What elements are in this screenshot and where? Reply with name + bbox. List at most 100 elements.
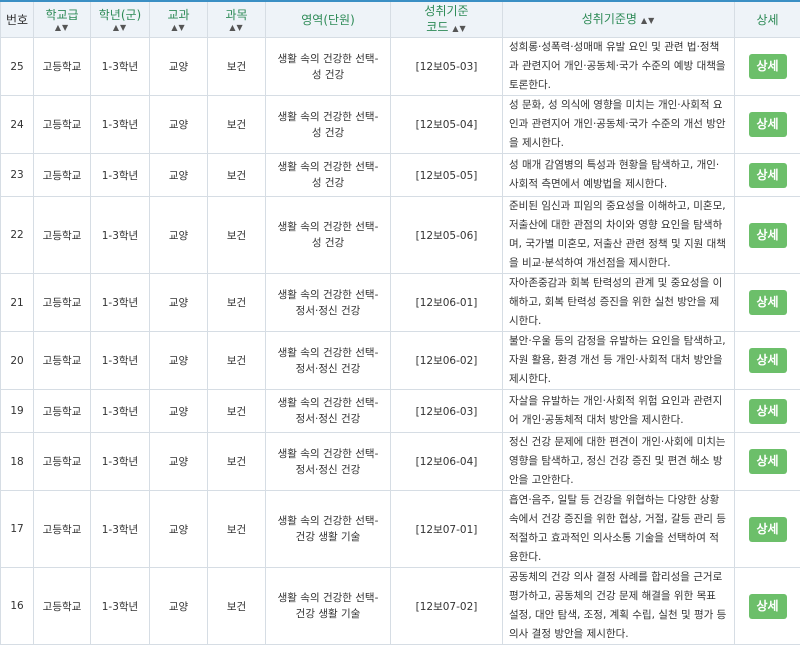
detail-button[interactable]: 상세	[749, 594, 787, 619]
row-detail-cell: 상세	[735, 568, 800, 645]
row-standard: 자살을 유발하는 개인·사회적 위험 요인과 관련지어 개인·공동체적 대처 방…	[503, 390, 735, 433]
row-subject-group: 교양	[150, 491, 208, 568]
row-subject: 보건	[208, 568, 266, 645]
table-row: 23 고등학교 1-3학년 교양 보건 생활 속의 건강한 선택-성 건강 [1…	[1, 154, 800, 197]
row-grade: 1-3학년	[91, 390, 150, 433]
col-subject-header[interactable]: 과목▲▼	[208, 1, 266, 38]
row-school-level: 고등학교	[34, 491, 91, 568]
row-subject-group: 교양	[150, 274, 208, 332]
row-subject: 보건	[208, 332, 266, 390]
row-number: 21	[1, 274, 34, 332]
row-code: [12보05-05]	[391, 154, 503, 197]
sort-arrows-icon[interactable]: ▲▼	[208, 23, 265, 32]
table-row: 16 고등학교 1-3학년 교양 보건 생활 속의 건강한 선택-건강 생활 기…	[1, 568, 800, 645]
detail-button[interactable]: 상세	[749, 112, 787, 137]
detail-button[interactable]: 상세	[749, 54, 787, 79]
col-school-level-label: 학교급	[45, 8, 78, 22]
col-subject-group-header[interactable]: 교과▲▼	[150, 1, 208, 38]
row-area: 생활 속의 건강한 선택-성 건강	[266, 96, 391, 154]
row-standard: 성 문화, 성 의식에 영향을 미치는 개인·사회적 요인과 관련지어 개인·공…	[503, 96, 735, 154]
detail-button[interactable]: 상세	[749, 517, 787, 542]
achievement-standards-table: 번호 학교급▲▼ 학년(군)▲▼ 교과▲▼ 과목▲▼ 영역(단원) 성취기준코드…	[0, 0, 800, 645]
row-number: 16	[1, 568, 34, 645]
row-code: [12보06-02]	[391, 332, 503, 390]
row-code: [12보06-04]	[391, 433, 503, 491]
row-area: 생활 속의 건강한 선택-정서·정신 건강	[266, 433, 391, 491]
row-standard: 정신 건강 문제에 대한 편견이 개인·사회에 미치는 영향을 탐색하고, 정신…	[503, 433, 735, 491]
row-area: 생활 속의 건강한 선택-성 건강	[266, 38, 391, 96]
row-subject: 보건	[208, 274, 266, 332]
row-school-level: 고등학교	[34, 38, 91, 96]
table-body: 25 고등학교 1-3학년 교양 보건 생활 속의 건강한 선택-성 건강 [1…	[1, 38, 800, 645]
row-grade: 1-3학년	[91, 96, 150, 154]
row-detail-cell: 상세	[735, 38, 800, 96]
row-school-level: 고등학교	[34, 197, 91, 274]
row-number: 18	[1, 433, 34, 491]
row-detail-cell: 상세	[735, 197, 800, 274]
sort-arrows-icon[interactable]: ▲▼	[150, 23, 207, 32]
row-area: 생활 속의 건강한 선택-정서·정신 건강	[266, 274, 391, 332]
row-subject: 보건	[208, 390, 266, 433]
table-row: 18 고등학교 1-3학년 교양 보건 생활 속의 건강한 선택-정서·정신 건…	[1, 433, 800, 491]
detail-button[interactable]: 상세	[749, 223, 787, 248]
detail-button[interactable]: 상세	[749, 163, 787, 188]
row-grade: 1-3학년	[91, 568, 150, 645]
row-number: 24	[1, 96, 34, 154]
sort-arrows-icon[interactable]: ▲▼	[452, 24, 466, 33]
col-subject-group-label: 교과	[167, 8, 189, 22]
table-row: 20 고등학교 1-3학년 교양 보건 생활 속의 건강한 선택-정서·정신 건…	[1, 332, 800, 390]
detail-button[interactable]: 상세	[749, 348, 787, 373]
col-number-label: 번호	[6, 13, 28, 27]
row-school-level: 고등학교	[34, 96, 91, 154]
row-subject-group: 교양	[150, 433, 208, 491]
row-area: 생활 속의 건강한 선택-정서·정신 건강	[266, 390, 391, 433]
col-grade-header[interactable]: 학년(군)▲▼	[91, 1, 150, 38]
sort-arrows-icon[interactable]: ▲▼	[34, 23, 90, 32]
row-subject-group: 교양	[150, 332, 208, 390]
table-header: 번호 학교급▲▼ 학년(군)▲▼ 교과▲▼ 과목▲▼ 영역(단원) 성취기준코드…	[1, 1, 800, 38]
row-standard: 성 매개 감염병의 특성과 현황을 탐색하고, 개인·사회적 측면에서 예방법을…	[503, 154, 735, 197]
row-detail-cell: 상세	[735, 274, 800, 332]
row-area: 생활 속의 건강한 선택-정서·정신 건강	[266, 332, 391, 390]
row-number: 19	[1, 390, 34, 433]
row-code: [12보05-04]	[391, 96, 503, 154]
row-number: 25	[1, 38, 34, 96]
row-subject: 보건	[208, 96, 266, 154]
col-school-level-header[interactable]: 학교급▲▼	[34, 1, 91, 38]
table-row: 19 고등학교 1-3학년 교양 보건 생활 속의 건강한 선택-정서·정신 건…	[1, 390, 800, 433]
row-area: 생활 속의 건강한 선택-건강 생활 기술	[266, 491, 391, 568]
col-code-label-line2: 코드	[426, 20, 448, 34]
row-standard: 준비된 임신과 피임의 중요성을 이해하고, 미혼모, 저출산에 대한 관점의 …	[503, 197, 735, 274]
row-school-level: 고등학교	[34, 433, 91, 491]
sort-arrows-icon[interactable]: ▲▼	[91, 23, 149, 32]
row-number: 23	[1, 154, 34, 197]
row-grade: 1-3학년	[91, 274, 150, 332]
row-standard: 불안·우울 등의 감정을 유발하는 요인을 탐색하고, 자원 활용, 환경 개선…	[503, 332, 735, 390]
row-number: 20	[1, 332, 34, 390]
sort-arrows-icon[interactable]: ▲▼	[641, 16, 655, 25]
row-number: 17	[1, 491, 34, 568]
col-grade-label: 학년(군)	[99, 8, 141, 22]
row-school-level: 고등학교	[34, 332, 91, 390]
row-detail-cell: 상세	[735, 491, 800, 568]
row-grade: 1-3학년	[91, 332, 150, 390]
col-standard-header[interactable]: 성취기준명▲▼	[503, 1, 735, 38]
row-standard: 공동체의 건강 의사 결정 사례를 합리성을 근거로 평가하고, 공동체의 건강…	[503, 568, 735, 645]
detail-button[interactable]: 상세	[749, 290, 787, 315]
row-detail-cell: 상세	[735, 154, 800, 197]
col-code-header[interactable]: 성취기준코드▲▼	[391, 1, 503, 38]
row-area: 생활 속의 건강한 선택-성 건강	[266, 197, 391, 274]
row-subject-group: 교양	[150, 568, 208, 645]
row-subject: 보건	[208, 491, 266, 568]
row-area: 생활 속의 건강한 선택-건강 생활 기술	[266, 568, 391, 645]
row-detail-cell: 상세	[735, 390, 800, 433]
detail-button[interactable]: 상세	[749, 449, 787, 474]
row-detail-cell: 상세	[735, 96, 800, 154]
row-code: [12보07-01]	[391, 491, 503, 568]
table-row: 21 고등학교 1-3학년 교양 보건 생활 속의 건강한 선택-정서·정신 건…	[1, 274, 800, 332]
table-row: 24 고등학교 1-3학년 교양 보건 생활 속의 건강한 선택-성 건강 [1…	[1, 96, 800, 154]
row-grade: 1-3학년	[91, 491, 150, 568]
row-grade: 1-3학년	[91, 197, 150, 274]
detail-button[interactable]: 상세	[749, 399, 787, 424]
col-area-header: 영역(단원)	[266, 1, 391, 38]
